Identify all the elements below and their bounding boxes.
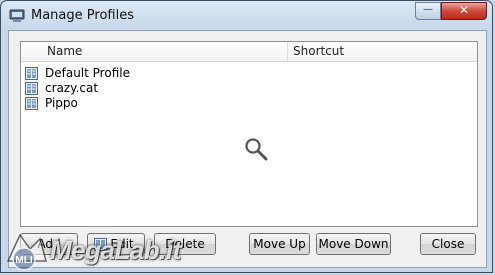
move-up-button[interactable]: Move Up xyxy=(249,233,310,255)
magnifier-cursor-icon xyxy=(245,138,268,161)
delete-button[interactable]: Delete xyxy=(154,233,216,255)
profile-name: crazy.cat xyxy=(45,81,99,95)
minimize-button[interactable]: — xyxy=(415,2,441,20)
profile-name: Default Profile xyxy=(45,66,130,80)
profile-icon xyxy=(25,97,38,110)
close-window-button[interactable]: ✕ xyxy=(441,2,487,20)
move-down-button[interactable]: Move Down xyxy=(316,233,391,255)
app-icon xyxy=(9,9,25,22)
close-button[interactable]: Close xyxy=(420,233,476,255)
profile-icon xyxy=(25,82,38,95)
profiles-list[interactable]: Name Shortcut Default Profile crazy.cat … xyxy=(20,41,478,227)
title-bar[interactable]: Manage Profiles — ✕ xyxy=(1,1,492,31)
list-header: Name Shortcut xyxy=(21,42,477,62)
add-button[interactable]: Add xyxy=(20,233,78,255)
edit-button[interactable]: Edit xyxy=(87,233,145,255)
profile-icon xyxy=(25,67,38,80)
manage-profiles-window: Manage Profiles — ✕ Name Shortcut Defaul… xyxy=(0,0,493,273)
dialog-client-area: Name Shortcut Default Profile crazy.cat … xyxy=(8,30,487,268)
window-title: Manage Profiles xyxy=(31,8,134,23)
column-header-name[interactable]: Name xyxy=(42,42,288,61)
profile-name: Pippo xyxy=(45,96,78,110)
column-header-shortcut[interactable]: Shortcut xyxy=(288,42,477,61)
edit-icon xyxy=(94,238,107,251)
